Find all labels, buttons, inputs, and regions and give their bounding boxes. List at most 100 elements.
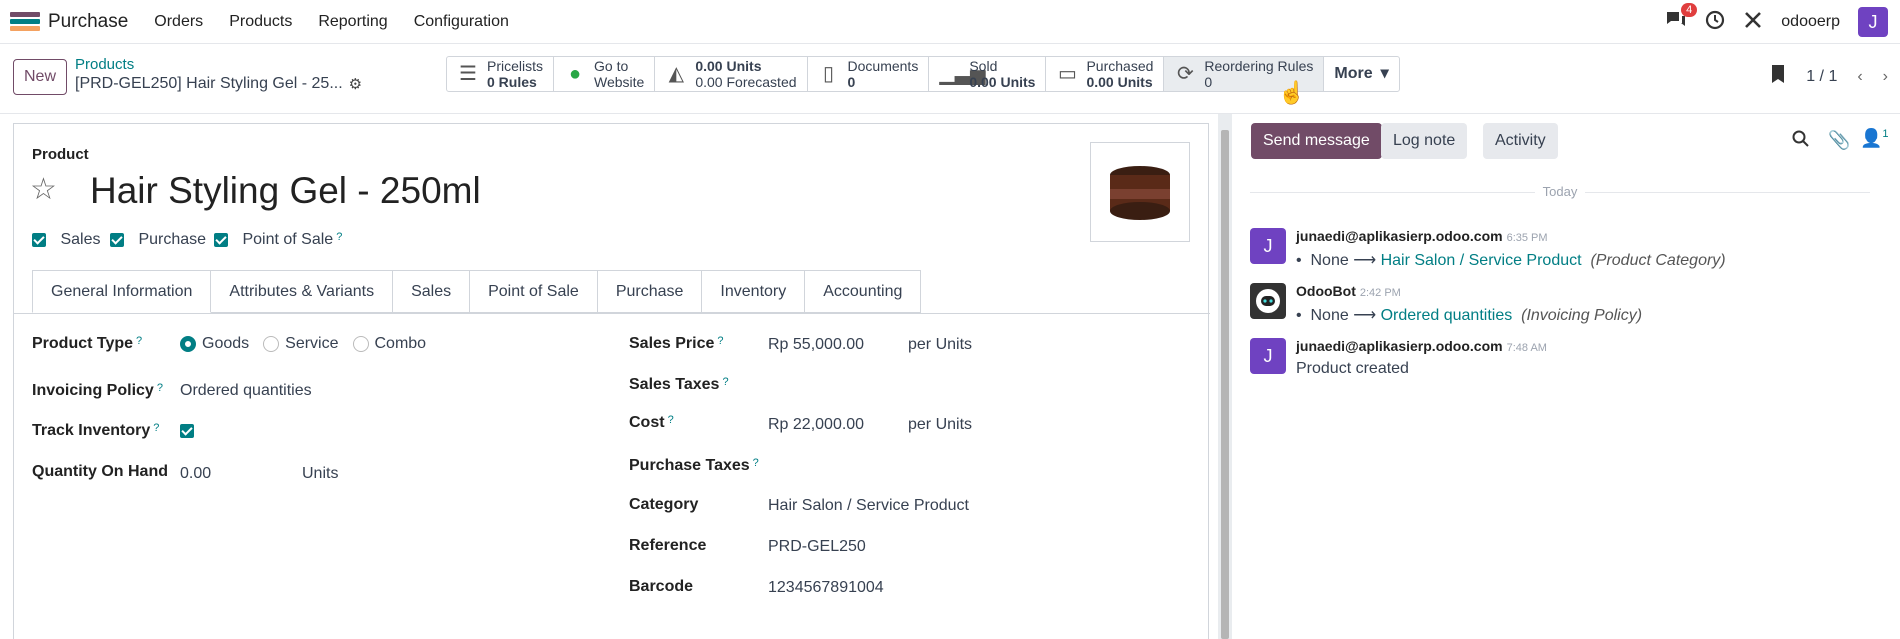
purchase-checkbox[interactable] [110,232,124,247]
product-form: Product ☆ Hair Styling Gel - 250ml Sales… [13,123,1210,639]
option-purchase-label: Purchase [138,231,207,248]
list-icon: ☰ [459,63,477,85]
breadcrumb-current: [PRD-GEL250] Hair Styling Gel - 25... [75,75,343,92]
activity-button[interactable]: Activity [1483,123,1558,159]
follower-count: 1 [1882,128,1889,140]
radio-goods[interactable]: Goods [180,335,249,353]
menu-orders[interactable]: Orders [154,13,203,31]
smart-button-purchased[interactable]: ▭ Purchased 0.00 Units [1046,57,1165,91]
pager-prev-icon[interactable]: ‹ [1857,68,1862,86]
chatter-message: J junaedi@aplikasierp.odoo.com 7:48 AM Pr… [1250,338,1547,378]
company-name[interactable]: odooerp [1781,13,1840,31]
tab-divider [14,313,1210,314]
tab-point-of-sale[interactable]: Point of Sale [470,270,598,313]
send-message-button[interactable]: Send message [1251,123,1382,159]
category-value[interactable]: Hair Salon / Service Product [768,497,969,515]
sb-line2: 0.00 Units [1086,74,1153,90]
barcode-value[interactable]: 1234567891004 [768,579,884,597]
product-image[interactable] [1090,142,1190,242]
menu-configuration[interactable]: Configuration [414,13,509,31]
tab-sales[interactable]: Sales [393,270,471,313]
followers-icon[interactable]: 👤1 [1860,128,1889,149]
form-scrollbar[interactable] [1218,114,1232,639]
breadcrumb: Products [PRD-GEL250] Hair Styling Gel -… [75,56,362,93]
pager-next-icon[interactable]: › [1883,68,1888,86]
pos-checkbox[interactable] [214,232,228,247]
pager-value[interactable]: 1 / 1 [1806,68,1837,86]
option-purchase[interactable]: Purchase [110,231,206,249]
sb-line1: Pricelists [487,58,544,74]
option-pos[interactable]: Point of Sale? [214,231,342,249]
app-icon[interactable] [10,11,40,32]
reference-value[interactable]: PRD-GEL250 [768,538,866,556]
radio-combo[interactable]: Combo [352,335,427,353]
purchase-taxes-input[interactable] [768,457,1068,477]
radio-service-label: Service [285,335,339,352]
search-icon[interactable] [1792,130,1810,153]
invoicing-policy-value[interactable]: Ordered quantities [180,382,312,400]
tab-inventory[interactable]: Inventory [702,270,806,313]
product-title[interactable]: Hair Styling Gel - 250ml [90,170,481,212]
cost-label: Cost [629,414,665,431]
tracking-line: • None ⟶ Ordered quantities (Invoicing P… [1296,307,1643,324]
cost-unit: per Units [908,416,973,433]
sales-price-unit: per Units [908,336,973,353]
new-button[interactable]: New [13,59,68,95]
app-name[interactable]: Purchase [48,11,128,33]
smart-button-forecast[interactable]: ◭ 0.00 Units 0.00 Forecasted [655,57,808,91]
menu-products[interactable]: Products [229,13,292,31]
avatar[interactable]: J [1250,228,1286,264]
tab-general-information[interactable]: General Information [32,270,212,313]
track-inventory-checkbox[interactable] [180,423,194,438]
chatter-message: J junaedi@aplikasierp.odoo.com 6:35 PM • … [1250,228,1726,270]
tab-accounting[interactable]: Accounting [805,270,922,313]
user-avatar[interactable]: J [1858,7,1888,37]
message-author[interactable]: OdooBot [1296,283,1356,299]
message-time: 6:35 PM [1506,232,1548,244]
barcode-label: Barcode [629,578,694,595]
sb-line1: Purchased [1086,58,1154,74]
paperclip-icon[interactable]: 📎 [1828,130,1850,151]
tab-attributes-variants[interactable]: Attributes & Variants [211,270,394,313]
message-author[interactable]: junaedi@aplikasierp.odoo.com [1296,338,1503,354]
smart-button-website[interactable]: ● Go to Website [554,57,656,91]
pager: 1 / 1 ‹ › [1770,64,1888,89]
tools-icon[interactable] [1743,10,1763,35]
option-sales[interactable]: Sales [32,231,100,249]
star-icon[interactable]: ☆ [30,172,57,207]
sb-line2: 0.00 Units [969,74,1036,90]
bar-chart-icon: ▁▃▅ [939,63,986,85]
chatter: Send message Log note Activity 📎 👤1 Toda… [1232,114,1900,639]
day-label: Today [1232,184,1888,199]
odoobot-avatar[interactable] [1250,283,1286,319]
gear-icon[interactable]: ⚙ [349,75,362,93]
sb-line1: Sold [969,58,998,74]
clock-icon[interactable] [1705,10,1725,35]
menu-reporting[interactable]: Reporting [318,13,387,31]
track-inventory-label: Track Inventory [32,422,151,439]
option-pos-label: Point of Sale [242,231,334,248]
avatar[interactable]: J [1250,338,1286,374]
smart-button-pricelists[interactable]: ☰ Pricelists 0 Rules [447,57,555,91]
chatter-message: OdooBot 2:42 PM • None ⟶ Ordered quantiti… [1250,283,1642,325]
qty-on-hand-label: Quantity On Hand [32,463,168,480]
cost-value[interactable]: Rp 22,000.00 [768,416,864,434]
breadcrumb-parent[interactable]: Products [75,56,362,73]
radio-combo-label: Combo [374,335,427,352]
form-kind-label: Product [32,146,89,163]
message-time: 7:48 AM [1506,342,1547,354]
radio-service[interactable]: Service [263,335,339,353]
sales-price-value[interactable]: Rp 55,000.00 [768,336,864,354]
smart-button-documents[interactable]: ▯ Documents 0 [808,57,930,91]
message-body: Product created [1296,360,1409,377]
tab-purchase[interactable]: Purchase [597,270,703,313]
bookmark-icon[interactable] [1770,64,1786,89]
message-author[interactable]: junaedi@aplikasierp.odoo.com [1296,228,1503,244]
sales-taxes-input[interactable] [768,376,1068,396]
log-note-button[interactable]: Log note [1381,123,1468,159]
radio-goods-label: Goods [202,335,250,352]
more-button[interactable]: More ▾ [1324,57,1398,91]
smart-button-sold[interactable]: ▁▃▅ Sold 0.00 Units [929,57,1047,91]
sales-checkbox[interactable] [32,232,46,247]
messages-icon[interactable]: 4 [1665,2,1698,35]
